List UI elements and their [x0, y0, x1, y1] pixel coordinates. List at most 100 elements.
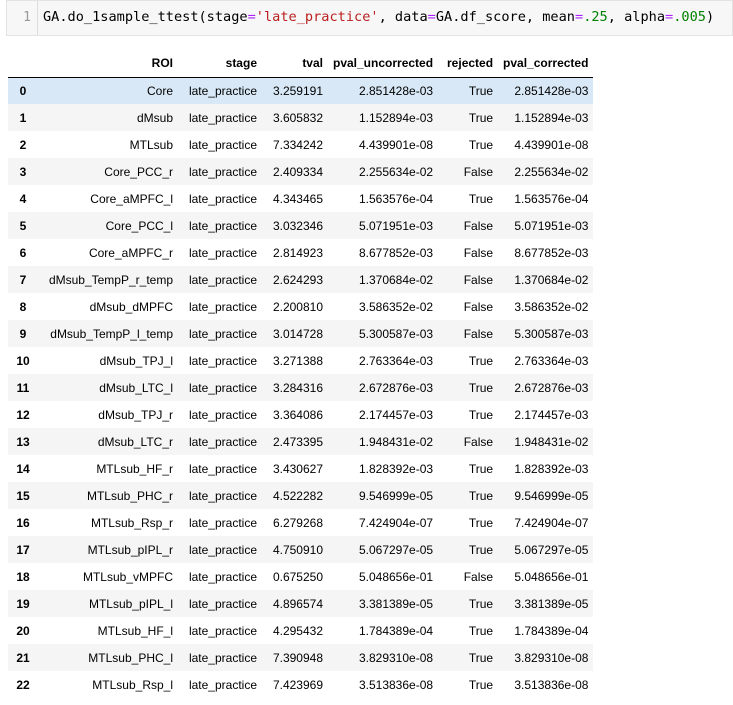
cell-tval: 4.295432	[272, 623, 323, 638]
table-row[interactable]: 11 dMsub_LTC_l late_practice 3.284316 2.6728…	[8, 374, 594, 401]
table-row[interactable]: 2 MTLsub late_practice 7.334242 4.439901e-08…	[8, 131, 594, 158]
cell-rejected: True	[468, 191, 494, 206]
header-index	[8, 50, 38, 78]
code-line[interactable]: GA.do_1sample_ttest(stage='late_practice…	[43, 9, 714, 25]
code-token: =	[575, 9, 584, 25]
table-row[interactable]: 9 dMsub_TempP_l_temp late_practice 3.014728…	[8, 320, 594, 347]
table-row[interactable]: 4 Core_aMPFC_l late_practice 4.343465 1.5635…	[8, 185, 594, 212]
cell-roi: dMsub_LTC_r	[97, 434, 173, 449]
row-index: 3	[19, 164, 27, 179]
table-row[interactable]: 1 dMsub late_practice 3.605832 1.152894e-03 T…	[8, 104, 594, 131]
cell-pval-corrected: 1.948431e-02	[514, 434, 589, 449]
table-row[interactable]: 12 dMsub_TPJ_r late_practice 3.364086 2.1744…	[8, 401, 594, 428]
row-index: 20	[16, 623, 30, 638]
cell-tval: 3.284316	[272, 380, 323, 395]
header-stage: stage	[178, 50, 262, 78]
table-row[interactable]: 0 Core late_practice 3.259191 2.851428e-03 Tr…	[8, 77, 594, 104]
cell-tval: 4.343465	[272, 191, 323, 206]
cell-stage: late_practice	[188, 434, 257, 449]
code-token: , alpha	[607, 9, 666, 25]
code-token: .005	[673, 9, 706, 25]
cell-pval-uncorrected: 8.677852e-03	[358, 245, 434, 260]
cell-tval: 3.032346	[272, 218, 323, 233]
cell-roi: MTLsub_Rsp_r	[90, 515, 173, 530]
cell-pval-uncorrected: 7.424904e-07	[358, 515, 434, 530]
cell-rejected: True	[468, 83, 494, 98]
cell-pval-corrected: 3.513836e-08	[514, 677, 589, 692]
cell-tval: 3.364086	[272, 407, 323, 422]
cell-rejected: True	[468, 353, 494, 368]
table-row[interactable]: 18 MTLsub_vMPFC late_practice 0.675250 5.048…	[8, 563, 594, 590]
cell-stage: late_practice	[188, 299, 257, 314]
table-row[interactable]: 21 MTLsub_PHC_l late_practice 7.390948 3.829…	[8, 644, 594, 671]
cell-tval: 7.423969	[272, 677, 323, 692]
table-row[interactable]: 8 dMsub_dMPFC late_practice 2.200810 3.58635…	[8, 293, 594, 320]
cell-roi: MTLsub	[129, 137, 173, 152]
cell-tval: 7.334242	[272, 137, 323, 152]
cell-roi: MTLsub_PHC_l	[88, 650, 173, 665]
cell-pval-uncorrected: 2.763364e-03	[358, 353, 434, 368]
row-index: 7	[19, 272, 27, 287]
table-row[interactable]: 3 Core_PCC_r late_practice 2.409334 2.255634…	[8, 158, 594, 185]
cell-rejected: False	[463, 326, 494, 341]
table-row[interactable]: 15 MTLsub_PHC_r late_practice 4.522282 9.546…	[8, 482, 594, 509]
cell-roi: dMsub_TPJ_r	[98, 407, 173, 422]
cell-pval-corrected: 5.048656e-01	[514, 569, 589, 584]
cell-tval: 3.014728	[272, 326, 323, 341]
cell-rejected: False	[463, 245, 494, 260]
row-index: 21	[16, 650, 30, 665]
table-row[interactable]: 17 MTLsub_pIPL_r late_practice 4.750910 5.06…	[8, 536, 594, 563]
code-cell[interactable]: 1 GA.do_1sample_ttest(stage='late_practi…	[6, 0, 733, 36]
table-row[interactable]: 16 MTLsub_Rsp_r late_practice 6.279268 7.424…	[8, 509, 594, 536]
row-index: 14	[16, 461, 30, 476]
cell-pval-corrected: 5.067297e-05	[514, 542, 589, 557]
cell-tval: 6.279268	[272, 515, 323, 530]
cell-stage: late_practice	[188, 596, 257, 611]
cell-rejected: True	[468, 407, 494, 422]
cell-rejected: False	[463, 164, 494, 179]
header-row: ROI stage tval pval_uncorrected rejected…	[8, 50, 594, 78]
cell-pval-uncorrected: 1.370684e-02	[358, 272, 434, 287]
cell-stage: late_practice	[188, 164, 257, 179]
table-row[interactable]: 19 MTLsub_pIPL_l late_practice 4.896574 3.38…	[8, 590, 594, 617]
code-token: =	[247, 9, 256, 25]
table-row[interactable]: 22 MTLsub_Rsp_l late_practice 7.423969 3.513…	[8, 671, 594, 698]
table-row[interactable]: 7 dMsub_TempP_r_temp late_practice 2.624293…	[8, 266, 594, 293]
cell-tval: 3.430627	[272, 461, 323, 476]
cell-stage: late_practice	[188, 623, 257, 638]
cell-pval-uncorrected: 2.174457e-03	[358, 407, 434, 422]
cell-stage: late_practice	[188, 353, 257, 368]
cell-roi: MTLsub_HF_l	[97, 623, 173, 638]
row-index: 13	[16, 434, 30, 449]
table-row[interactable]: 13 dMsub_LTC_r late_practice 2.473395 1.9484…	[8, 428, 594, 455]
row-index: 15	[16, 488, 30, 503]
cell-roi: MTLsub_pIPL_l	[88, 596, 173, 611]
header-pval-corrected: pval_corrected	[498, 50, 594, 78]
code-token: )	[705, 9, 715, 25]
cell-pval-uncorrected: 1.784389e-04	[358, 623, 434, 638]
cell-rejected: True	[468, 542, 494, 557]
cell-rejected: True	[468, 110, 494, 125]
cell-rejected: True	[468, 380, 494, 395]
table-row[interactable]: 5 Core_PCC_l late_practice 3.032346 5.071951…	[8, 212, 594, 239]
cell-roi: MTLsub_pIPL_r	[87, 542, 173, 557]
cell-tval: 2.624293	[272, 272, 323, 287]
row-index: 6	[19, 245, 27, 260]
cell-pval-uncorrected: 5.300587e-03	[358, 326, 434, 341]
table-row[interactable]: 6 Core_aMPFC_r late_practice 2.814923 8.6778…	[8, 239, 594, 266]
table-row[interactable]: 20 MTLsub_HF_l late_practice 4.295432 1.7843…	[8, 617, 594, 644]
row-index: 1	[19, 110, 27, 125]
cell-tval: 3.259191	[272, 83, 323, 98]
cell-stage: late_practice	[188, 110, 257, 125]
code-token: =	[665, 9, 674, 25]
table-row[interactable]: 14 MTLsub_HF_r late_practice 3.430627 1.8283…	[8, 455, 594, 482]
cell-pval-corrected: 3.586352e-02	[514, 299, 589, 314]
cell-roi: MTLsub_HF_r	[96, 461, 173, 476]
cell-pval-corrected: 4.439901e-08	[514, 137, 589, 152]
cell-pval-corrected: 9.546999e-05	[514, 488, 589, 503]
cell-stage: late_practice	[188, 488, 257, 503]
table-row[interactable]: 10 dMsub_TPJ_l late_practice 3.271388 2.7633…	[8, 347, 594, 374]
cell-pval-corrected: 8.677852e-03	[514, 245, 589, 260]
row-index: 10	[16, 353, 30, 368]
cell-tval: 2.814923	[272, 245, 323, 260]
